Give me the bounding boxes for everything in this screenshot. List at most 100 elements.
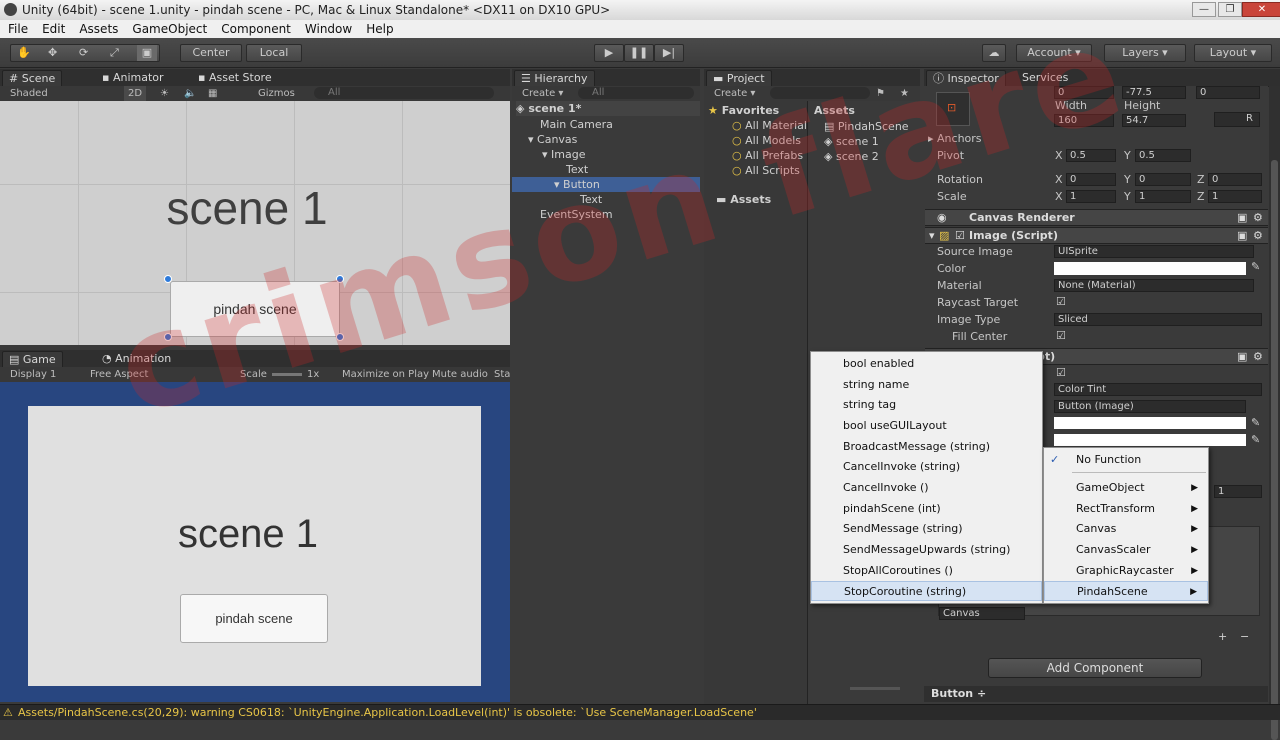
scene-search-input[interactable]: All <box>314 87 494 99</box>
canvas-renderer-header[interactable]: ◉ Canvas Renderer ▣ ⚙ <box>925 209 1268 226</box>
fill-center-checkbox[interactable]: ☑ <box>1056 329 1066 342</box>
game-button[interactable]: pindah scene <box>180 594 328 643</box>
height-field[interactable]: 54.7 <box>1122 114 1186 127</box>
inspector-scrollbar[interactable] <box>1269 86 1280 740</box>
game-viewport[interactable]: scene 1 pindah scene <box>0 382 510 702</box>
tab-inspector[interactable]: ⓘ Inspector <box>926 70 1006 86</box>
cloud-button[interactable]: ☁ <box>982 44 1006 62</box>
scale-tool-icon[interactable]: ⤢ <box>110 45 119 61</box>
image-type-dropdown[interactable]: Sliced <box>1054 313 1262 326</box>
color-picker-icon[interactable]: ✎ <box>1251 260 1260 273</box>
menu-item-stop-all-coroutines[interactable]: StopAllCoroutines () <box>811 561 1042 581</box>
rect-handle-bl[interactable] <box>164 333 172 341</box>
menu-item-cancel-invoke[interactable]: CancelInvoke () <box>811 478 1042 498</box>
normal-color-swatch[interactable] <box>1054 417 1246 429</box>
anchor-preset-button[interactable]: ⊡ <box>936 92 970 126</box>
menu-component[interactable]: Component <box>221 22 291 36</box>
highlighted-color-swatch[interactable] <box>1054 434 1246 446</box>
menu-item-pindahscene[interactable]: PindahScene ▶ <box>1044 581 1208 601</box>
pos-z-field[interactable]: 0 <box>1196 86 1260 99</box>
hierarchy-search-input[interactable]: All <box>578 87 694 99</box>
maximize-button[interactable]: ❐ <box>1218 2 1242 17</box>
layers-dropdown[interactable]: Layers ▾ <box>1104 44 1186 62</box>
component-gear-icon[interactable]: ⚙ <box>1253 210 1263 225</box>
preview-bar[interactable]: Button ÷ <box>924 686 1268 702</box>
fade-duration-field[interactable]: 1 <box>1214 485 1262 498</box>
rect-tool-icon[interactable]: ▣ <box>137 45 157 61</box>
color-picker-icon[interactable]: ✎ <box>1251 416 1260 429</box>
display-dropdown[interactable]: Display 1 <box>10 367 56 382</box>
menu-item-no-function[interactable]: ✓ No Function <box>1044 450 1208 470</box>
effects-icon[interactable]: ▦ <box>208 86 217 101</box>
mute-audio-toggle[interactable]: Mute audio <box>432 367 488 382</box>
rect-handle-tl[interactable] <box>164 275 172 283</box>
menu-item-stop-coroutine[interactable]: StopCoroutine (string) <box>811 581 1042 601</box>
scale-y-field[interactable]: 1 <box>1135 190 1191 203</box>
color-picker-icon[interactable]: ✎ <box>1251 433 1260 446</box>
menu-item-graphicraycaster[interactable]: GraphicRaycaster ▶ <box>1044 561 1208 581</box>
step-button[interactable]: ▶| <box>654 44 684 62</box>
menu-file[interactable]: File <box>8 22 28 36</box>
stats-toggle[interactable]: Sta <box>494 367 510 382</box>
tab-animator[interactable]: ▪ Animator <box>96 70 170 86</box>
pivot-y-field[interactable]: 0.5 <box>1135 149 1191 162</box>
onclick-target-field[interactable]: Canvas <box>939 607 1025 620</box>
console-status-bar[interactable]: ⚠ Assets/PindahScene.cs(20,29): warning … <box>0 704 1280 720</box>
aspect-dropdown[interactable]: Free Aspect <box>90 367 148 382</box>
pos-x-field[interactable]: 0 <box>1054 86 1114 99</box>
menu-item-string-name[interactable]: string name <box>811 375 1042 395</box>
anchors-foldout[interactable]: ▸ Anchors <box>928 132 982 145</box>
tab-scene[interactable]: # Scene <box>2 70 63 86</box>
component-gear-icon[interactable]: ⚙ <box>1253 349 1263 364</box>
menu-item-gameobject[interactable]: GameObject ▶ <box>1044 478 1208 498</box>
rect-handle-br[interactable] <box>336 333 344 341</box>
icon-size-slider[interactable] <box>850 687 900 690</box>
color-swatch[interactable] <box>1054 262 1246 275</box>
mode-2d-toggle[interactable]: 2D <box>124 86 147 101</box>
hierarchy-item-image[interactable]: ▾ Image <box>542 147 585 162</box>
hierarchy-scene-row[interactable]: ◈ scene 1* <box>516 101 700 116</box>
add-listener-icon[interactable]: + <box>1218 630 1227 643</box>
width-field[interactable]: 160 <box>1054 114 1114 127</box>
tab-project[interactable]: ▬ Project <box>706 70 772 86</box>
rotation-y-field[interactable]: 0 <box>1135 173 1191 186</box>
component-gear-icon[interactable]: ⚙ <box>1253 228 1263 243</box>
pos-y-field[interactable]: -77.5 <box>1122 86 1186 99</box>
hierarchy-item-canvas[interactable]: ▾ Canvas <box>528 132 577 147</box>
scene-button-preview[interactable]: pindah scene <box>170 281 340 337</box>
menu-item-broadcast-message[interactable]: BroadcastMessage (string) <box>811 437 1042 457</box>
interactable-checkbox[interactable]: ☑ <box>1056 366 1066 379</box>
rotation-z-field[interactable]: 0 <box>1208 173 1262 186</box>
project-create-dropdown[interactable]: Create ▾ <box>714 86 755 101</box>
asset-scene-1[interactable]: ◈ scene 1 <box>824 134 879 149</box>
favorite-all-prefabs[interactable]: ○ All Prefabs <box>732 148 803 163</box>
move-tool-icon[interactable]: ✥ <box>48 45 57 61</box>
rotate-tool-icon[interactable]: ⟳ <box>79 45 88 61</box>
menu-help[interactable]: Help <box>366 22 393 36</box>
minimize-button[interactable]: — <box>1192 2 1216 17</box>
close-button[interactable]: ✕ <box>1242 2 1280 17</box>
rect-handle-tr[interactable] <box>336 275 344 283</box>
maximize-on-play-toggle[interactable]: Maximize on Play <box>342 367 429 382</box>
layout-dropdown[interactable]: Layout ▾ <box>1194 44 1272 62</box>
hierarchy-item-button-text[interactable]: Text <box>580 192 602 207</box>
menu-item-send-message-upwards[interactable]: SendMessageUpwards (string) <box>811 540 1042 560</box>
scene-viewport[interactable]: scene 1 pindah scene <box>0 101 510 345</box>
raycast-target-checkbox[interactable]: ☑ <box>1056 295 1066 308</box>
star-icon[interactable]: ★ <box>900 86 909 101</box>
favorite-all-material[interactable]: ○ All Material <box>732 118 807 133</box>
menu-item-cancel-invoke-string[interactable]: CancelInvoke (string) <box>811 457 1042 477</box>
tab-hierarchy[interactable]: ☰ Hierarchy <box>514 70 595 86</box>
hand-tool-icon[interactable]: ✋ <box>17 45 31 61</box>
rotation-x-field[interactable]: 0 <box>1066 173 1116 186</box>
tab-game[interactable]: ▤ Game <box>2 351 63 367</box>
menu-item-bool-enabled[interactable]: bool enabled <box>811 354 1042 374</box>
pivot-x-field[interactable]: 0.5 <box>1066 149 1116 162</box>
project-search-input[interactable] <box>770 87 870 99</box>
remove-listener-icon[interactable]: − <box>1240 630 1249 643</box>
lighting-icon[interactable]: ☀ <box>160 86 169 101</box>
menu-gameobject[interactable]: GameObject <box>132 22 207 36</box>
target-graphic-field[interactable]: Button (Image) <box>1054 400 1246 413</box>
audio-icon[interactable]: 🔈 <box>184 86 196 101</box>
menu-item-pindah-scene[interactable]: pindahScene (int) <box>811 499 1042 519</box>
